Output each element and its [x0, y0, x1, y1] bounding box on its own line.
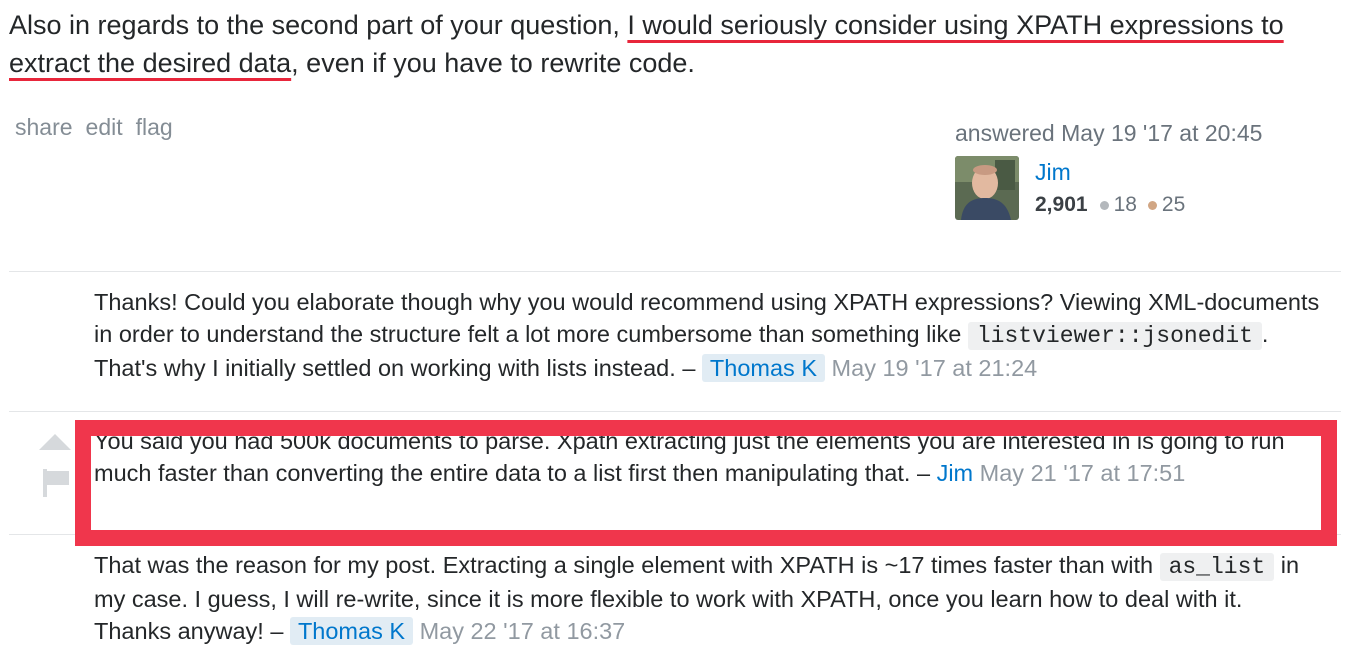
flag-link[interactable]: flag: [136, 114, 173, 141]
answer-text-before: Also in regards to the second part of yo…: [9, 10, 628, 40]
edit-link[interactable]: edit: [86, 114, 123, 141]
user-reputation: 2,901 18 25: [1035, 193, 1196, 217]
comments-list: Thanks! Could you elaborate though why y…: [9, 271, 1341, 647]
comment-body: You said you had 500k documents to parse…: [94, 425, 1324, 489]
avatar[interactable]: [955, 156, 1019, 220]
answer-body: Also in regards to the second part of yo…: [9, 6, 1329, 82]
inline-code: listviewer::jsonedit: [967, 322, 1262, 350]
post-menu: share edit flag: [15, 114, 173, 141]
flag-icon[interactable]: [43, 469, 69, 497]
user-name-link[interactable]: Jim: [1035, 157, 1196, 187]
bronze-badge-icon: [1147, 200, 1157, 210]
comment-user-link[interactable]: Thomas K: [289, 617, 414, 645]
silver-badge-icon: [1099, 200, 1109, 210]
upvote-icon[interactable]: [39, 434, 71, 450]
comment: You said you had 500k documents to parse…: [9, 411, 1341, 534]
user-signature: answered May 19 '17 at 20:45 Jim 2,901 1…: [955, 120, 1335, 220]
comment-user-link[interactable]: Thomas K: [701, 354, 826, 382]
reputation-score: 2,901: [1035, 193, 1088, 216]
comment-text: That was the reason for my post. Extract…: [94, 552, 1160, 578]
comment: Thanks! Could you elaborate though why y…: [9, 271, 1341, 411]
comment-actions: [39, 434, 73, 502]
comment-date[interactable]: May 19 '17 at 21:24: [832, 355, 1038, 381]
comment-date[interactable]: May 22 '17 at 16:37: [420, 618, 626, 644]
comment-user-link[interactable]: Jim: [937, 460, 974, 486]
inline-code: as_list: [1159, 553, 1275, 581]
silver-badge-count: 18: [1113, 193, 1137, 216]
answered-timestamp: answered May 19 '17 at 20:45: [955, 120, 1263, 146]
bronze-badge-count: 25: [1161, 193, 1186, 216]
comment-date[interactable]: May 21 '17 at 17:51: [980, 460, 1186, 486]
comment-body: Thanks! Could you elaborate though why y…: [94, 286, 1324, 384]
answer-text-after: , even if you have to rewrite code.: [291, 48, 695, 78]
comment: That was the reason for my post. Extract…: [9, 534, 1341, 647]
comment-body: That was the reason for my post. Extract…: [94, 549, 1324, 647]
share-link[interactable]: share: [15, 114, 73, 141]
